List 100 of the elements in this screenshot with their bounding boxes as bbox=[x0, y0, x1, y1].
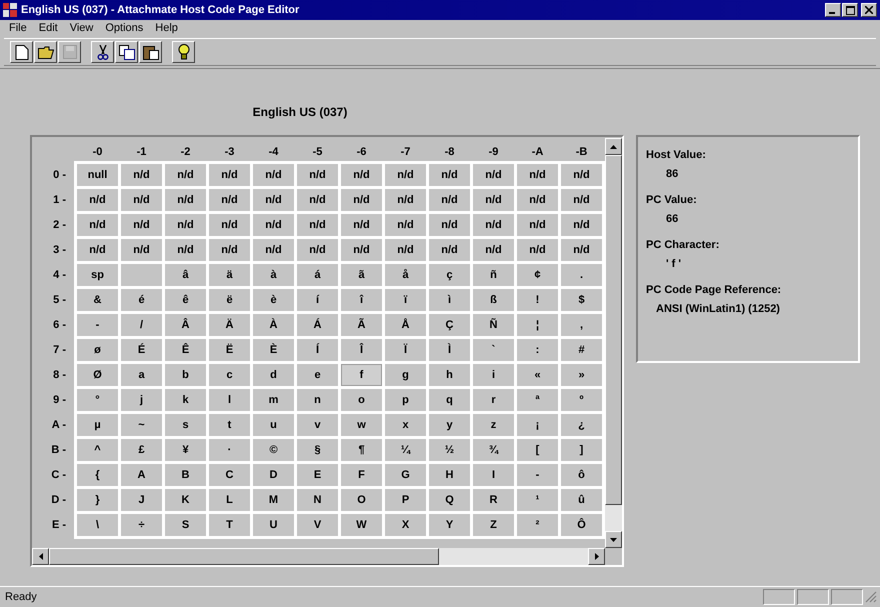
table-cell[interactable]: ¼ bbox=[385, 439, 426, 461]
table-cell[interactable]: n/d bbox=[297, 164, 338, 186]
cut-button[interactable] bbox=[91, 41, 114, 63]
table-cell[interactable]: ã bbox=[341, 264, 382, 286]
table-cell[interactable]: : bbox=[517, 339, 558, 361]
table-cell[interactable]: É bbox=[121, 339, 162, 361]
table-cell[interactable]: n/d bbox=[209, 239, 250, 261]
table-cell[interactable]: î bbox=[341, 289, 382, 311]
table-cell[interactable]: n/d bbox=[253, 164, 294, 186]
table-cell[interactable]: ¶ bbox=[341, 439, 382, 461]
table-cell[interactable]: g bbox=[385, 364, 426, 386]
table-cell[interactable]: n/d bbox=[561, 239, 602, 261]
table-cell[interactable]: d bbox=[253, 364, 294, 386]
table-cell[interactable]: q bbox=[429, 389, 470, 411]
table-cell[interactable]: ì bbox=[429, 289, 470, 311]
table-cell[interactable]: . bbox=[561, 264, 602, 286]
table-cell[interactable]: Ø bbox=[77, 364, 118, 386]
table-cell[interactable]: n/d bbox=[341, 164, 382, 186]
table-cell[interactable]: n/d bbox=[77, 189, 118, 211]
table-cell[interactable]: © bbox=[253, 439, 294, 461]
table-cell[interactable]: T bbox=[209, 514, 250, 536]
table-cell[interactable]: £ bbox=[121, 439, 162, 461]
table-cell[interactable]: K bbox=[165, 489, 206, 511]
table-cell[interactable]: B bbox=[165, 464, 206, 486]
table-cell[interactable]: â bbox=[165, 264, 206, 286]
table-cell[interactable]: n/d bbox=[297, 239, 338, 261]
menu-item[interactable]: Edit bbox=[34, 22, 63, 34]
table-cell[interactable]: ¿ bbox=[561, 414, 602, 436]
menu-item[interactable]: View bbox=[64, 22, 98, 34]
table-cell[interactable]: [ bbox=[517, 439, 558, 461]
scrollbar-thumb[interactable] bbox=[49, 548, 439, 565]
table-cell[interactable]: & bbox=[77, 289, 118, 311]
table-cell[interactable]: n/d bbox=[165, 189, 206, 211]
table-cell[interactable]: - bbox=[517, 464, 558, 486]
table-cell[interactable]: n/d bbox=[209, 214, 250, 236]
table-cell[interactable]: § bbox=[297, 439, 338, 461]
table-cell[interactable]: n/d bbox=[385, 239, 426, 261]
table-cell[interactable]: Â bbox=[165, 314, 206, 336]
table-cell[interactable]: n bbox=[297, 389, 338, 411]
table-cell[interactable]: ¹ bbox=[517, 489, 558, 511]
table-cell[interactable]: Ê bbox=[165, 339, 206, 361]
table-cell[interactable]: n/d bbox=[121, 189, 162, 211]
table-cell[interactable]: Ì bbox=[429, 339, 470, 361]
table-cell[interactable]: Ñ bbox=[473, 314, 514, 336]
table-cell[interactable]: , bbox=[561, 314, 602, 336]
table-cell[interactable]: } bbox=[77, 489, 118, 511]
table-cell[interactable]: u bbox=[253, 414, 294, 436]
table-cell[interactable]: È bbox=[253, 339, 294, 361]
table-cell[interactable]: n/d bbox=[517, 164, 558, 186]
table-cell[interactable]: x bbox=[385, 414, 426, 436]
table-cell[interactable]: n/d bbox=[517, 239, 558, 261]
table-cell[interactable]: n/d bbox=[517, 189, 558, 211]
horizontal-scrollbar[interactable] bbox=[32, 548, 605, 565]
table-cell[interactable]: p bbox=[385, 389, 426, 411]
table-cell[interactable]: n/d bbox=[561, 189, 602, 211]
table-cell[interactable]: H bbox=[429, 464, 470, 486]
table-cell[interactable]: º bbox=[561, 389, 602, 411]
table-cell[interactable]: Q bbox=[429, 489, 470, 511]
table-cell[interactable]: n/d bbox=[121, 214, 162, 236]
resize-grip-icon[interactable] bbox=[865, 591, 877, 603]
table-cell[interactable]: M bbox=[253, 489, 294, 511]
table-cell[interactable]: ç bbox=[429, 264, 470, 286]
table-cell[interactable]: · bbox=[209, 439, 250, 461]
table-cell[interactable] bbox=[121, 264, 162, 286]
table-cell[interactable]: b bbox=[165, 364, 206, 386]
table-cell[interactable]: U bbox=[253, 514, 294, 536]
table-cell[interactable]: Á bbox=[297, 314, 338, 336]
table-cell[interactable]: X bbox=[385, 514, 426, 536]
table-cell[interactable]: ¦ bbox=[517, 314, 558, 336]
table-cell[interactable]: n/d bbox=[253, 214, 294, 236]
table-cell[interactable]: W bbox=[341, 514, 382, 536]
maximize-button[interactable] bbox=[842, 3, 858, 17]
table-cell[interactable]: ¡ bbox=[517, 414, 558, 436]
table-cell[interactable]: y bbox=[429, 414, 470, 436]
table-cell[interactable]: n/d bbox=[473, 214, 514, 236]
table-cell[interactable]: » bbox=[561, 364, 602, 386]
table-cell[interactable]: n/d bbox=[341, 239, 382, 261]
table-cell[interactable]: sp bbox=[77, 264, 118, 286]
table-cell[interactable]: n/d bbox=[209, 189, 250, 211]
table-cell[interactable]: N bbox=[297, 489, 338, 511]
table-cell[interactable]: n/d bbox=[121, 164, 162, 186]
table-cell[interactable]: µ bbox=[77, 414, 118, 436]
table-cell[interactable]: n/d bbox=[473, 164, 514, 186]
table-cell[interactable]: í bbox=[297, 289, 338, 311]
table-cell[interactable]: n/d bbox=[165, 164, 206, 186]
table-cell[interactable]: ÷ bbox=[121, 514, 162, 536]
table-cell[interactable]: Y bbox=[429, 514, 470, 536]
table-cell[interactable]: L bbox=[209, 489, 250, 511]
table-cell[interactable]: o bbox=[341, 389, 382, 411]
table-cell[interactable]: ô bbox=[561, 464, 602, 486]
table-cell[interactable]: { bbox=[77, 464, 118, 486]
table-cell[interactable]: s bbox=[165, 414, 206, 436]
table-cell[interactable]: O bbox=[341, 489, 382, 511]
menu-item[interactable]: Help bbox=[150, 22, 183, 34]
menu-item[interactable]: Options bbox=[100, 22, 148, 34]
table-cell[interactable]: n/d bbox=[385, 214, 426, 236]
table-cell[interactable]: ë bbox=[209, 289, 250, 311]
table-cell[interactable]: n/d bbox=[429, 164, 470, 186]
scroll-left-button[interactable] bbox=[32, 548, 49, 565]
table-cell[interactable]: n/d bbox=[297, 214, 338, 236]
